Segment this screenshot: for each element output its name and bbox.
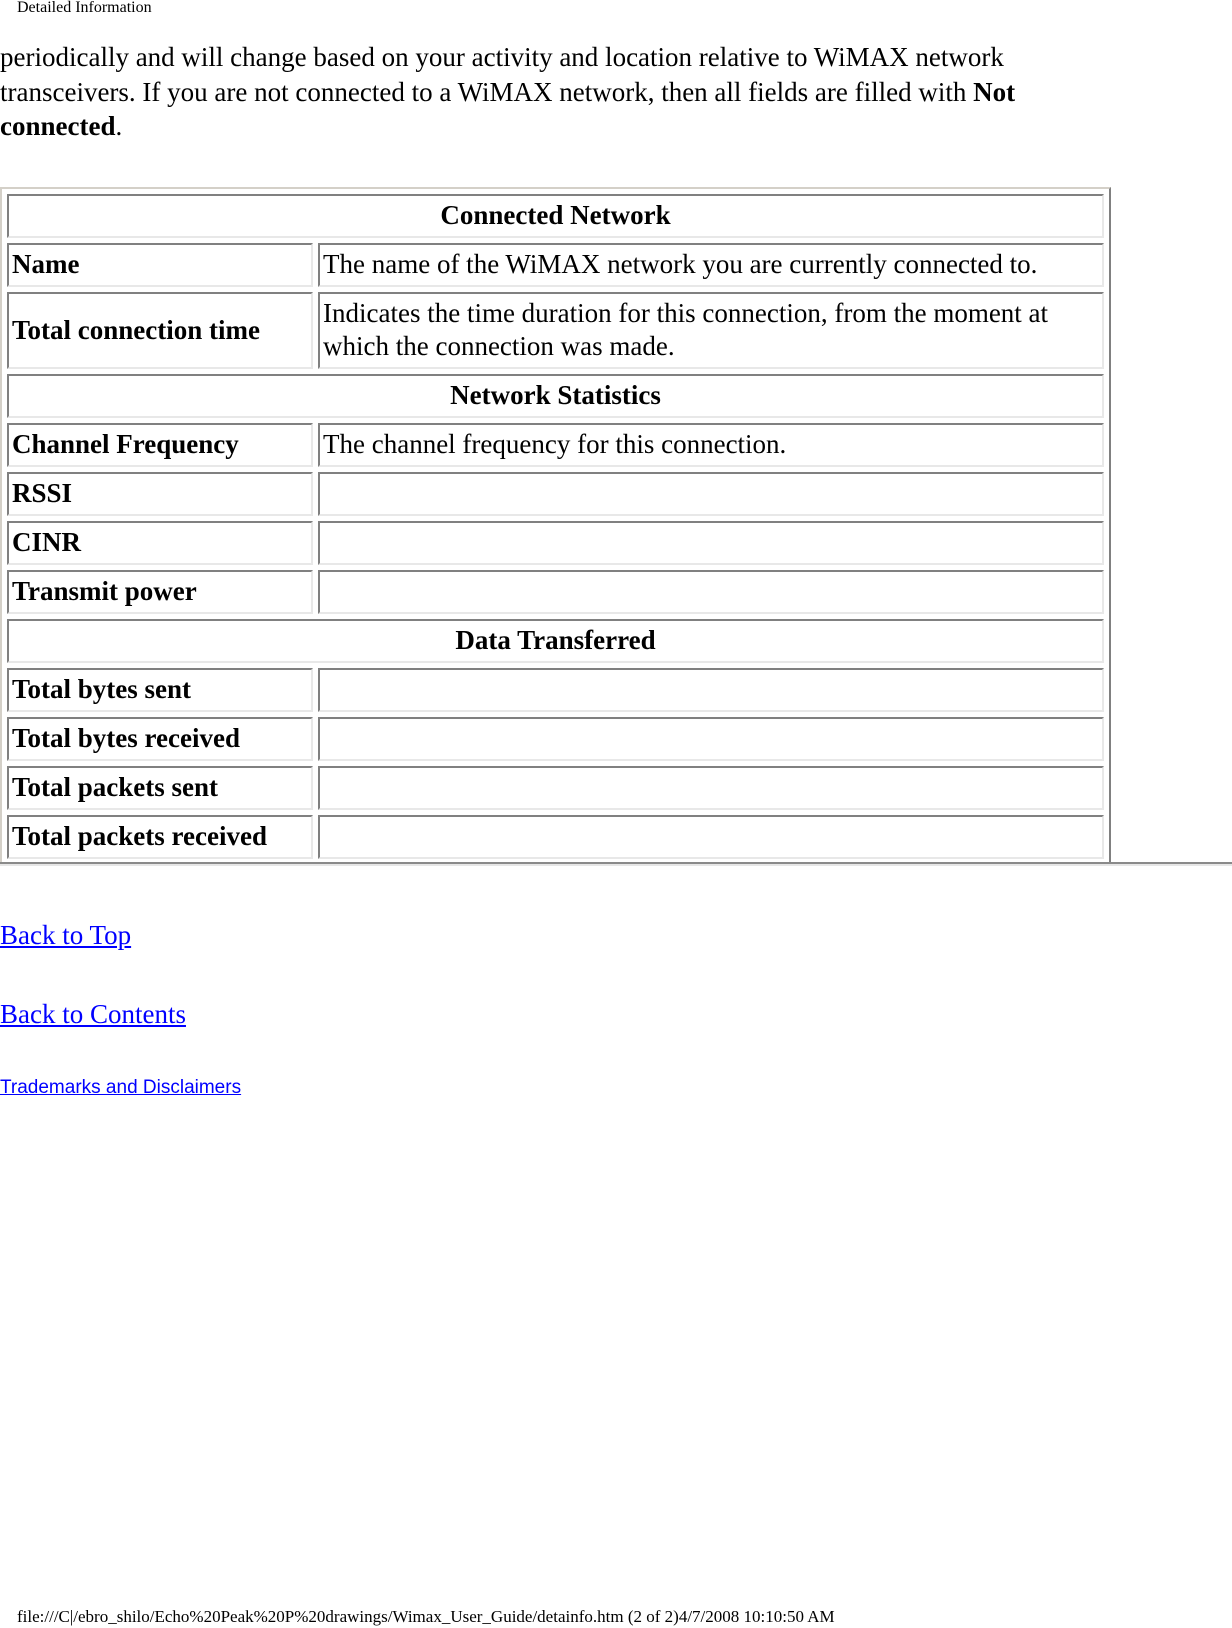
table-row: Total packets received xyxy=(7,815,1104,859)
detailed-info-table: Connected Network Name The name of the W… xyxy=(0,187,1111,866)
back-to-top-link[interactable]: Back to Top xyxy=(0,919,131,951)
table-row: Channel Frequency The channel frequency … xyxy=(7,423,1104,467)
row-label-total-packets-received: Total packets received xyxy=(7,815,313,859)
row-label-total-bytes-sent: Total bytes sent xyxy=(7,668,313,712)
row-label-cinr: CINR xyxy=(7,521,313,565)
row-label-total-packets-sent: Total packets sent xyxy=(7,766,313,810)
row-value-transmit-power xyxy=(318,570,1104,614)
table-row: Total packets sent xyxy=(7,766,1104,810)
row-value-total-packets-sent xyxy=(318,766,1104,810)
row-label-rssi: RSSI xyxy=(7,472,313,516)
back-to-contents-link[interactable]: Back to Contents xyxy=(0,998,186,1030)
row-value-rssi xyxy=(318,472,1104,516)
row-value-total-bytes-sent xyxy=(318,668,1104,712)
page-header-title: Detailed Information xyxy=(17,0,152,16)
intro-text-end: . xyxy=(115,111,123,141)
table-row: Total bytes received xyxy=(7,717,1104,761)
row-value-total-connection-time: Indicates the time duration for this con… xyxy=(318,292,1104,369)
horizontal-divider xyxy=(0,862,1232,866)
section-header-row: Network Statistics xyxy=(7,374,1104,418)
row-label-total-bytes-received: Total bytes received xyxy=(7,717,313,761)
section-title-data-transferred: Data Transferred xyxy=(7,619,1104,663)
table-row: Total connection time Indicates the time… xyxy=(7,292,1104,369)
intro-paragraph: periodically and will change based on yo… xyxy=(0,40,1140,144)
row-value-total-bytes-received xyxy=(318,717,1104,761)
table-row: CINR xyxy=(7,521,1104,565)
section-header-row: Connected Network xyxy=(7,194,1104,238)
section-title-connected-network: Connected Network xyxy=(7,194,1104,238)
table-row: Total bytes sent xyxy=(7,668,1104,712)
trademarks-disclaimers-link[interactable]: Trademarks and Disclaimers xyxy=(0,1077,241,1099)
row-value-name: The name of the WiMAX network you are cu… xyxy=(318,243,1104,287)
row-value-cinr xyxy=(318,521,1104,565)
row-value-channel-frequency: The channel frequency for this connectio… xyxy=(318,423,1104,467)
row-label-name: Name xyxy=(7,243,313,287)
row-label-channel-frequency: Channel Frequency xyxy=(7,423,313,467)
row-label-transmit-power: Transmit power xyxy=(7,570,313,614)
table-row: Name The name of the WiMAX network you a… xyxy=(7,243,1104,287)
table-row: RSSI xyxy=(7,472,1104,516)
intro-text: periodically and will change based on yo… xyxy=(0,42,1004,107)
row-label-total-connection-time: Total connection time xyxy=(7,292,313,369)
table-row: Transmit power xyxy=(7,570,1104,614)
section-title-network-statistics: Network Statistics xyxy=(7,374,1104,418)
row-value-total-packets-received xyxy=(318,815,1104,859)
section-header-row: Data Transferred xyxy=(7,619,1104,663)
footer-file-path: file:///C|/ebro_shilo/Echo%20Peak%20P%20… xyxy=(17,1607,835,1626)
